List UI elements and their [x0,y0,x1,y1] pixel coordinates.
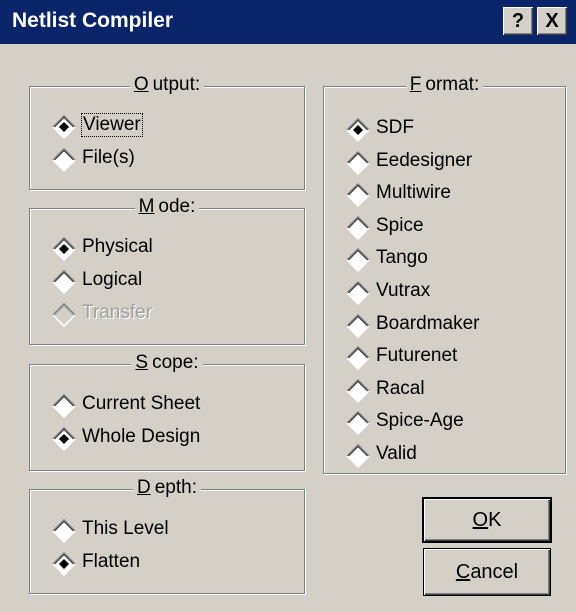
radio-label: Boardmaker [376,312,480,334]
format-group: Format: SDF Eedesigner Multiwire Spice Tango… [323,74,566,474]
radio-label: Tango [376,247,428,269]
help-button[interactable]: ? [503,7,533,35]
radio-label: Valid [376,443,417,464]
radio-label: Vutrax [376,280,431,301]
radio-label: Spice-Age [376,410,464,432]
radio-label: File(s) [82,147,135,168]
depth-group: Depth: This Level Flatten [29,477,305,594]
radio-label: Logical [82,269,143,290]
mode-group: Mode: Physical Logical Transfer [29,196,305,345]
cancel-button[interactable]: Cancel [424,549,550,595]
scope-group-title: Scope: [30,352,304,376]
radio-label: Physical [82,236,153,257]
mode-group-title: Mode: [30,196,304,220]
title-bar: Netlist Compiler ? X [0,0,576,44]
radio-label: Multiwire [376,182,451,204]
radio-label: Whole Design [82,426,201,447]
radio-label: Transfer [82,302,153,323]
scope-group: Scope: Current Sheet Whole Design [29,352,305,471]
radio-label: Viewer [81,113,143,137]
radio-label: Spice [376,214,424,236]
depth-group-title: Depth: [30,477,304,501]
output-group: Output: Viewer File(s) [29,74,305,190]
close-button[interactable]: X [537,7,567,35]
radio-label: Racal [376,377,425,399]
format-group-title: Format: [324,74,565,98]
radio-label: Futurenet [376,345,458,367]
radio-label: Flatten [82,551,141,572]
output-group-title: Output: [30,74,304,98]
ok-button[interactable]: OK [424,499,550,541]
radio-label: Eedesigner [376,149,473,171]
window-title: Netlist Compiler [12,9,174,32]
radio-label: Current Sheet [82,393,201,414]
radio-label: SDF [376,117,414,138]
radio-label: This Level [82,518,169,539]
dialog-body: Output: Viewer File(s) Mode: Physical Logi… [0,44,576,612]
